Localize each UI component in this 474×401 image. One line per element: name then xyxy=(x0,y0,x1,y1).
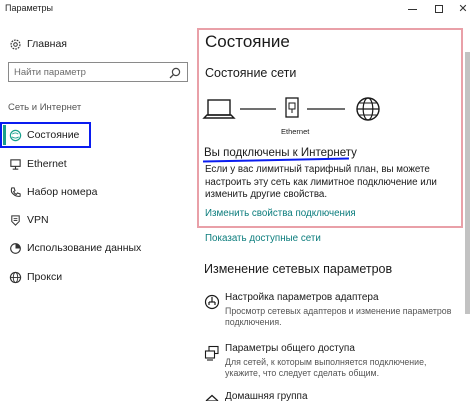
adapter-label: Ethernet xyxy=(281,127,310,136)
sidebar-item-data-usage[interactable]: Использование данных xyxy=(0,234,193,262)
network-diagram: Ethernet xyxy=(193,94,474,154)
page-title: Состояние xyxy=(205,32,290,51)
sidebar-item-dialup[interactable]: Набор номера xyxy=(0,178,193,206)
data-usage-icon xyxy=(8,241,22,255)
sidebar-section-label: Сеть и Интернет xyxy=(8,102,82,113)
globe-icon xyxy=(8,270,22,284)
minimize-icon xyxy=(407,8,417,10)
monitor-icon xyxy=(8,157,22,171)
sidebar-item-proxy[interactable]: Прокси xyxy=(0,263,193,291)
option-description: Просмотр сетевых адаптеров и изменение п… xyxy=(225,306,452,327)
sidebar: Главная Сеть и Интернет Состояние Ethern… xyxy=(0,18,193,401)
laptop-icon xyxy=(202,99,236,119)
option-title: Домашняя группа xyxy=(225,391,308,401)
homegroup-icon xyxy=(204,393,220,401)
title-bar: Параметры ✕ xyxy=(0,0,474,18)
search-input[interactable] xyxy=(14,65,162,79)
sidebar-item-status[interactable]: Состояние xyxy=(0,121,193,149)
sidebar-item-label: Набор номера xyxy=(27,186,98,198)
sidebar-item-ethernet[interactable]: Ethernet xyxy=(0,150,193,178)
vpn-icon xyxy=(8,213,22,227)
ethernet-adapter-icon xyxy=(285,97,299,118)
sidebar-item-label: Состояние xyxy=(27,129,80,141)
adapter-settings-icon xyxy=(204,294,220,310)
sidebar-item-label: Главная xyxy=(27,38,67,50)
search-box[interactable] xyxy=(8,62,188,82)
show-networks-link[interactable]: Показать доступные сети xyxy=(205,233,321,244)
metered-description: Если у вас лимитный тарифный план, вы мо… xyxy=(205,164,437,200)
option-description: Для сетей, к которым выполняется подключ… xyxy=(225,357,427,378)
change-settings-heading: Изменение сетевых параметров xyxy=(204,262,393,276)
globe-icon xyxy=(8,128,22,142)
sidebar-item-label: Прокси xyxy=(27,271,63,283)
window-title: Параметры xyxy=(5,3,53,13)
sidebar-item-home[interactable]: Главная xyxy=(0,30,193,58)
sharing-icon xyxy=(204,345,220,361)
scrollbar[interactable] xyxy=(465,52,470,314)
search-icon[interactable] xyxy=(169,66,181,79)
sidebar-item-label: Использование данных xyxy=(27,242,142,254)
close-icon: ✕ xyxy=(458,2,468,15)
maximize-icon xyxy=(435,5,443,13)
internet-globe-icon xyxy=(356,97,380,121)
gear-icon xyxy=(8,37,22,51)
option-title: Настройка параметров адаптера xyxy=(225,292,379,303)
phone-icon xyxy=(8,185,22,199)
option-title: Параметры общего доступа xyxy=(225,343,355,354)
minimize-button[interactable] xyxy=(398,0,426,18)
change-properties-link[interactable]: Изменить свойства подключения xyxy=(205,208,356,219)
main-content: Состояние Состояние сети Ethernet Вы под… xyxy=(193,18,474,401)
network-status-heading: Состояние сети xyxy=(205,66,297,80)
close-button[interactable]: ✕ xyxy=(452,0,474,18)
sidebar-item-label: Ethernet xyxy=(27,158,67,170)
sidebar-item-label: VPN xyxy=(27,214,49,226)
maximize-button[interactable] xyxy=(425,0,453,18)
sidebar-item-vpn[interactable]: VPN xyxy=(0,206,193,234)
